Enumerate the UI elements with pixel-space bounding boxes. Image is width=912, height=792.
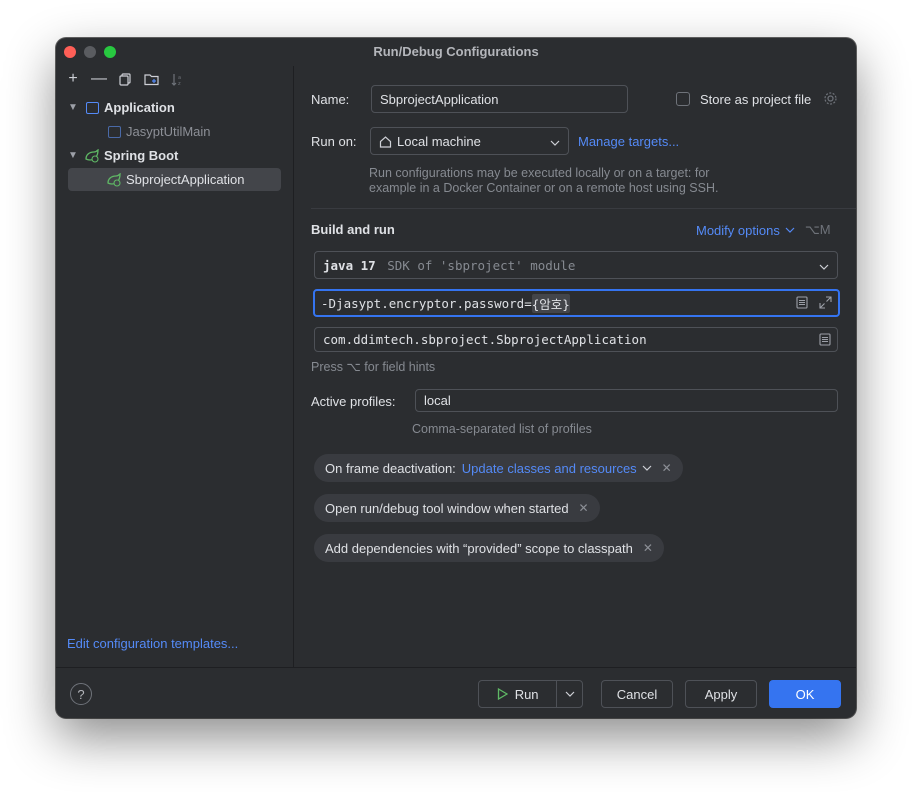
name-input[interactable]: SbprojectApplication bbox=[371, 85, 628, 113]
chevron-down-icon bbox=[642, 465, 652, 471]
modify-options-shortcut: ⌥M bbox=[804, 222, 831, 237]
title-bar: Run/Debug Configurations bbox=[56, 38, 856, 66]
jdk-version: java 17 bbox=[323, 257, 376, 273]
tree-item-jasyptutilmain[interactable]: JasyptUtilMain bbox=[68, 120, 281, 143]
expand-text-icon[interactable] bbox=[796, 296, 808, 312]
browse-class-icon[interactable] bbox=[819, 333, 831, 349]
run-debug-dialog: Run/Debug Configurations + — az ▼ Applic… bbox=[56, 38, 856, 718]
window-title: Run/Debug Configurations bbox=[373, 44, 539, 59]
on-frame-deactivation-option[interactable]: On frame deactivation: Update classes an… bbox=[314, 454, 683, 482]
ok-button[interactable]: OK bbox=[769, 680, 841, 708]
chevron-down-icon bbox=[785, 227, 795, 233]
run-button[interactable]: Run bbox=[479, 681, 558, 707]
tree-item-label: SbprojectApplication bbox=[126, 172, 245, 187]
home-icon bbox=[379, 135, 392, 148]
tree-group-spring-boot[interactable]: ▼ Spring Boot bbox=[68, 144, 281, 167]
tree-group-label: Application bbox=[104, 100, 175, 115]
frame-deactivation-select[interactable]: Update classes and resources bbox=[462, 461, 637, 476]
modify-options-button[interactable]: Modify options ⌥M bbox=[696, 222, 831, 238]
jdk-description: SDK of 'sbproject' module bbox=[387, 257, 576, 273]
remove-option-icon[interactable]: ✕ bbox=[662, 461, 672, 475]
chip-label: Add dependencies with “provided” scope t… bbox=[325, 540, 633, 556]
expand-field-icon[interactable] bbox=[819, 296, 832, 312]
play-icon bbox=[497, 688, 508, 700]
build-and-run-heading: Build and run bbox=[311, 222, 395, 237]
store-as-project-file-label: Store as project file bbox=[700, 92, 812, 107]
manage-targets-link[interactable]: Manage targets... bbox=[578, 134, 679, 149]
new-folder-icon[interactable] bbox=[140, 68, 162, 90]
run-dropdown-button[interactable] bbox=[557, 681, 582, 707]
cancel-button[interactable]: Cancel bbox=[601, 680, 673, 708]
main-class-input[interactable]: com.ddimtech.sbproject.SbprojectApplicat… bbox=[314, 327, 838, 352]
tree-item-sbprojectapplication[interactable]: SbprojectApplication bbox=[68, 168, 281, 191]
name-label: Name: bbox=[311, 92, 350, 107]
run-on-select[interactable]: Local machine bbox=[370, 127, 569, 155]
run-on-value: Local machine bbox=[397, 133, 481, 149]
chevron-down-icon[interactable]: ▼ bbox=[68, 150, 84, 161]
field-hints-tip: Press ⌥ for field hints bbox=[311, 360, 436, 374]
active-profiles-input[interactable]: local bbox=[415, 389, 838, 412]
chevron-down-icon bbox=[565, 691, 575, 697]
chip-label: Open run/debug tool window when started bbox=[325, 500, 569, 516]
jdk-select[interactable]: java 17 SDK of 'sbproject' module bbox=[314, 251, 838, 279]
config-sidebar: + — az ▼ Application JasyptUtilMain ▼ Sp… bbox=[56, 66, 294, 667]
run-on-hint: Run configurations may be executed local… bbox=[369, 166, 719, 195]
store-as-project-file-checkbox[interactable] bbox=[676, 92, 690, 106]
run-label: Run bbox=[514, 686, 539, 702]
remove-icon[interactable]: — bbox=[88, 68, 110, 90]
chevron-down-icon[interactable]: ▼ bbox=[68, 102, 84, 113]
active-profiles-value: local bbox=[424, 393, 451, 408]
remove-option-icon[interactable]: ✕ bbox=[579, 501, 589, 515]
config-form: Name: SbprojectApplication Store as proj… bbox=[294, 66, 856, 667]
tree-group-application[interactable]: ▼ Application bbox=[68, 96, 281, 119]
edit-configuration-templates-link[interactable]: Edit configuration templates... bbox=[67, 636, 238, 651]
vm-options-placeholder-token: {암호} bbox=[531, 293, 570, 313]
spring-boot-icon bbox=[84, 148, 100, 163]
add-icon[interactable]: + bbox=[62, 68, 84, 90]
sidebar-toolbar: + — az bbox=[62, 68, 188, 90]
tree-group-label: Spring Boot bbox=[104, 148, 179, 163]
run-on-label: Run on: bbox=[311, 134, 357, 149]
remove-option-icon[interactable]: ✕ bbox=[643, 541, 653, 555]
chip-label: On frame deactivation: bbox=[325, 460, 456, 476]
name-input-value: SbprojectApplication bbox=[380, 91, 499, 107]
active-profiles-label: Active profiles: bbox=[311, 394, 396, 409]
spring-boot-icon bbox=[106, 172, 122, 187]
tree-item-label: JasyptUtilMain bbox=[126, 124, 211, 139]
run-split-button: Run bbox=[478, 680, 583, 708]
vm-options-input[interactable]: -Djasypt.encryptor.password= {암호} bbox=[313, 289, 840, 317]
open-tool-window-option[interactable]: Open run/debug tool window when started … bbox=[314, 494, 600, 522]
chevron-down-icon bbox=[819, 258, 829, 273]
main-class-value: com.ddimtech.sbproject.SbprojectApplicat… bbox=[323, 332, 647, 347]
chevron-down-icon bbox=[550, 134, 560, 149]
help-button[interactable]: ? bbox=[70, 683, 92, 705]
modify-options-label: Modify options bbox=[696, 222, 780, 238]
run-on-select-content: Local machine bbox=[379, 134, 481, 149]
active-profiles-hint: Comma-separated list of profiles bbox=[412, 422, 592, 436]
application-icon bbox=[84, 101, 100, 115]
add-dependencies-option[interactable]: Add dependencies with “provided” scope t… bbox=[314, 534, 664, 562]
jdk-select-content: java 17 SDK of 'sbproject' module bbox=[323, 258, 575, 273]
sort-icon[interactable]: az bbox=[166, 68, 188, 90]
separator bbox=[311, 208, 856, 209]
copy-icon[interactable] bbox=[114, 68, 136, 90]
vm-options-value: -Djasypt.encryptor.password= bbox=[321, 295, 532, 311]
dialog-footer: ? Run Cancel Apply OK bbox=[56, 667, 856, 718]
apply-button[interactable]: Apply bbox=[685, 680, 757, 708]
application-icon bbox=[106, 125, 122, 139]
svg-text:z: z bbox=[178, 81, 181, 86]
settings-gear-icon[interactable] bbox=[823, 91, 838, 109]
